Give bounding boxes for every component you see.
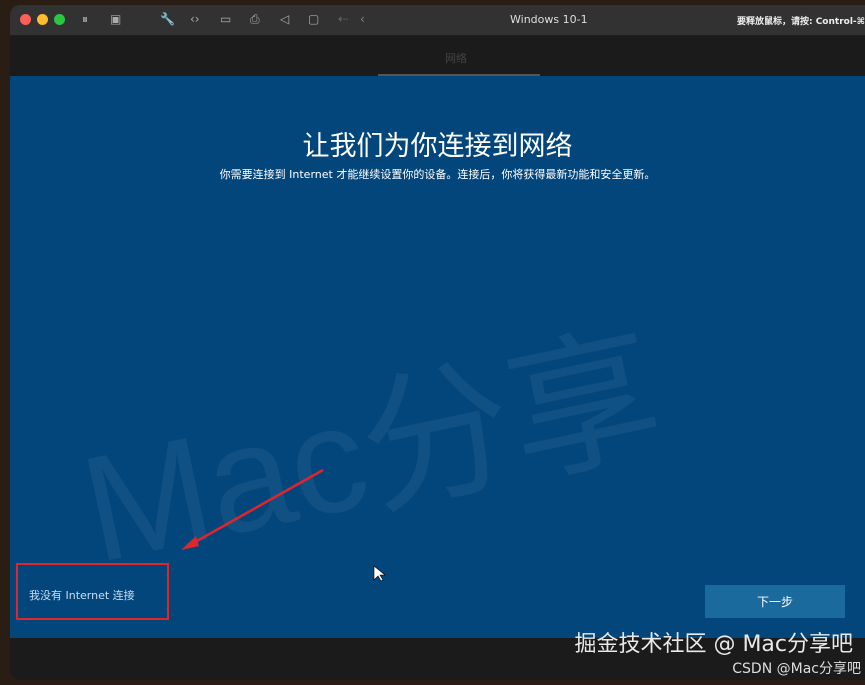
annotation-arrow xyxy=(181,468,386,582)
csdn-watermark: CSDN @Mac分享吧 xyxy=(732,661,861,677)
mouse-cursor-icon xyxy=(373,565,386,582)
juejin-watermark: 掘金技术社区 @ Mac分享吧 xyxy=(574,632,853,657)
